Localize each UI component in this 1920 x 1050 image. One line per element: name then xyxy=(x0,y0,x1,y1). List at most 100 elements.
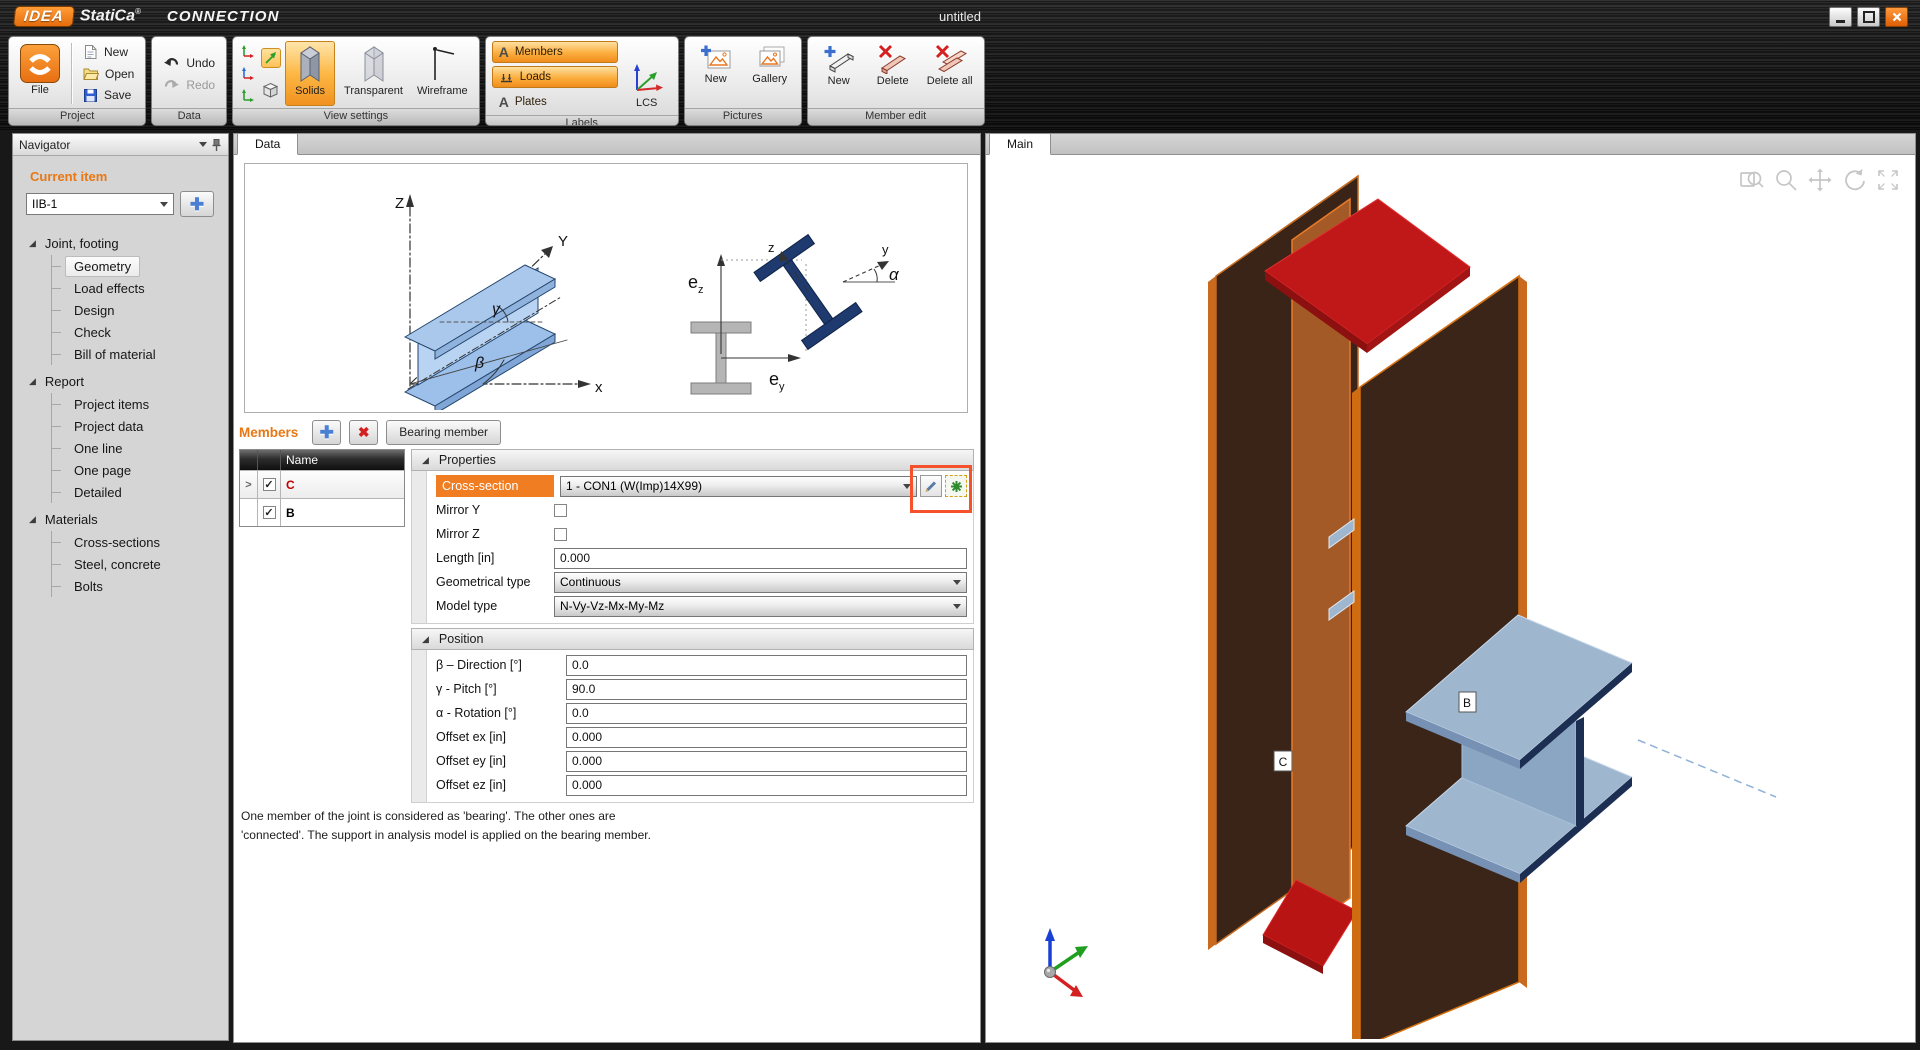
labels-loads-toggle[interactable]: Loads xyxy=(492,66,618,88)
labels-plates-toggle[interactable]: A Plates xyxy=(492,91,618,113)
ribbon: File New Open Save Project xyxy=(8,36,985,126)
zoom-window-icon[interactable] xyxy=(1739,167,1765,193)
member-delete-all-button[interactable]: Delete all xyxy=(922,41,978,106)
nav-item-load-effects[interactable]: Load effects xyxy=(52,277,228,299)
nav-item-bolts[interactable]: Bolts xyxy=(52,575,228,597)
lcs-mini-toggle-2[interactable] xyxy=(239,64,257,82)
expand-icon[interactable] xyxy=(1875,167,1901,193)
nav-item-one-line[interactable]: One line xyxy=(52,437,228,459)
maximize-button[interactable] xyxy=(1857,7,1880,27)
svg-text:y: y xyxy=(882,242,889,257)
group-gutter xyxy=(412,471,427,623)
document-title: untitled xyxy=(0,9,1920,24)
letter-a-icon: A xyxy=(499,45,509,59)
properties-group-header[interactable]: Properties xyxy=(411,449,974,471)
add-item-button[interactable]: ✚ xyxy=(180,191,214,217)
pencil-icon xyxy=(923,478,939,494)
minimize-button[interactable] xyxy=(1829,7,1852,27)
tab-data[interactable]: Data xyxy=(237,133,298,155)
tree-section-joint-footing[interactable]: Joint, footing xyxy=(21,231,228,255)
nav-item-detailed[interactable]: Detailed xyxy=(52,481,228,503)
nav-item-steel-concrete[interactable]: Steel, concrete xyxy=(52,553,228,575)
pin-icon[interactable] xyxy=(211,138,222,152)
member-row-c[interactable]: > C xyxy=(240,470,404,498)
member-visible-checkbox[interactable] xyxy=(263,506,276,519)
delete-member-button[interactable]: ✖ xyxy=(349,420,378,445)
chevron-down-icon xyxy=(953,580,961,585)
maximize-icon xyxy=(1863,11,1875,23)
mirror-z-checkbox[interactable] xyxy=(554,528,567,541)
tab-main[interactable]: Main xyxy=(989,133,1051,155)
nav-item-project-data[interactable]: Project data xyxy=(52,415,228,437)
nav-item-cross-sections[interactable]: Cross-sections xyxy=(52,531,228,553)
member-lcs-toggle[interactable] xyxy=(261,48,281,68)
beta-direction-input[interactable] xyxy=(566,655,967,676)
labels-members-toggle[interactable]: A Members xyxy=(492,41,618,63)
picture-new-button[interactable]: New xyxy=(691,41,741,106)
nav-item-bill-of-material[interactable]: Bill of material xyxy=(52,343,228,365)
mirror-y-checkbox[interactable] xyxy=(554,504,567,517)
svg-text:Z: Z xyxy=(395,195,404,212)
add-member-button[interactable]: ✚ xyxy=(312,420,341,445)
wireframe-button[interactable]: Wireframe xyxy=(412,41,473,106)
member-properties: Properties Cross-section 1 - CON1 (W(Imp… xyxy=(411,449,974,803)
tree-section-materials[interactable]: Materials xyxy=(21,507,228,531)
current-item-label: Current item xyxy=(30,169,228,184)
mirror-z-label: Mirror Z xyxy=(436,527,554,541)
gamma-pitch-input[interactable] xyxy=(566,679,967,700)
picture-gallery-button[interactable]: Gallery xyxy=(745,41,795,106)
nav-item-check[interactable]: Check xyxy=(52,321,228,343)
beam-web-end xyxy=(1576,717,1584,826)
ribbon-group-data: Undo Redo Data xyxy=(151,36,227,126)
geometrical-type-dropdown[interactable]: Continuous xyxy=(554,572,967,593)
current-item-dropdown[interactable]: IIB-1 xyxy=(26,193,174,215)
member-label-beam[interactable]: B xyxy=(1459,692,1476,712)
length-input[interactable] xyxy=(554,548,967,569)
wireframe-icon xyxy=(427,44,457,84)
open-project-button[interactable]: Open xyxy=(78,66,139,82)
zoom-icon[interactable] xyxy=(1773,167,1799,193)
3d-viewport[interactable]: C B xyxy=(986,155,1915,1039)
chevron-down-icon[interactable] xyxy=(199,142,207,147)
position-group-header[interactable]: Position xyxy=(411,628,974,650)
transparent-button[interactable]: Transparent xyxy=(339,41,408,106)
nav-item-project-items[interactable]: Project items xyxy=(52,393,228,415)
offset-ey-input[interactable] xyxy=(566,751,967,772)
member-new-button[interactable]: New xyxy=(814,41,864,106)
nav-item-design[interactable]: Design xyxy=(52,299,228,321)
lcs-mini-toggle-1[interactable] xyxy=(239,43,257,61)
lcs-mini-toggle-3[interactable] xyxy=(239,86,257,104)
member-visible-checkbox[interactable] xyxy=(263,478,276,491)
expander-icon xyxy=(29,515,36,524)
member-row-b[interactable]: B xyxy=(240,498,404,526)
copy-cross-section-button[interactable] xyxy=(945,475,967,497)
tree-section-report[interactable]: Report xyxy=(21,369,228,393)
member-label-column[interactable]: C xyxy=(1274,751,1292,771)
alpha-rotation-input[interactable] xyxy=(566,703,967,724)
new-project-button[interactable]: New xyxy=(78,43,139,61)
solids-button[interactable]: Solids xyxy=(285,41,335,106)
ribbon-group-member-edit: New Delete Delete all xyxy=(807,36,985,126)
bearing-member-button[interactable]: Bearing member xyxy=(386,420,501,445)
cube-view-toggle[interactable] xyxy=(261,81,279,99)
red-x-icon: ✖ xyxy=(358,425,370,439)
labels-lcs-toggle[interactable]: LCS xyxy=(622,41,672,113)
undo-button[interactable]: Undo xyxy=(158,55,220,71)
close-button[interactable] xyxy=(1885,7,1908,27)
orbit-icon[interactable] xyxy=(1841,167,1867,193)
edit-cross-section-button[interactable] xyxy=(920,475,942,497)
offset-ex-input[interactable] xyxy=(566,727,967,748)
close-icon xyxy=(1891,11,1903,23)
cross-section-dropdown[interactable]: 1 - CON1 (W(Imp)14X99) xyxy=(560,476,917,497)
redo-button[interactable]: Redo xyxy=(158,77,220,93)
nav-item-geometry[interactable]: Geometry xyxy=(52,255,228,277)
pan-icon[interactable] xyxy=(1807,167,1833,193)
file-button[interactable]: File xyxy=(15,41,65,106)
offset-ez-input[interactable] xyxy=(566,775,967,796)
navigator-title: Navigator xyxy=(19,138,70,152)
member-delete-button[interactable]: Delete xyxy=(868,41,918,106)
nav-item-one-page[interactable]: One page xyxy=(52,459,228,481)
model-type-dropdown[interactable]: N-Vy-Vz-Mx-My-Mz xyxy=(554,596,967,617)
save-project-button[interactable]: Save xyxy=(78,87,139,104)
delete-all-members-icon xyxy=(933,44,967,74)
